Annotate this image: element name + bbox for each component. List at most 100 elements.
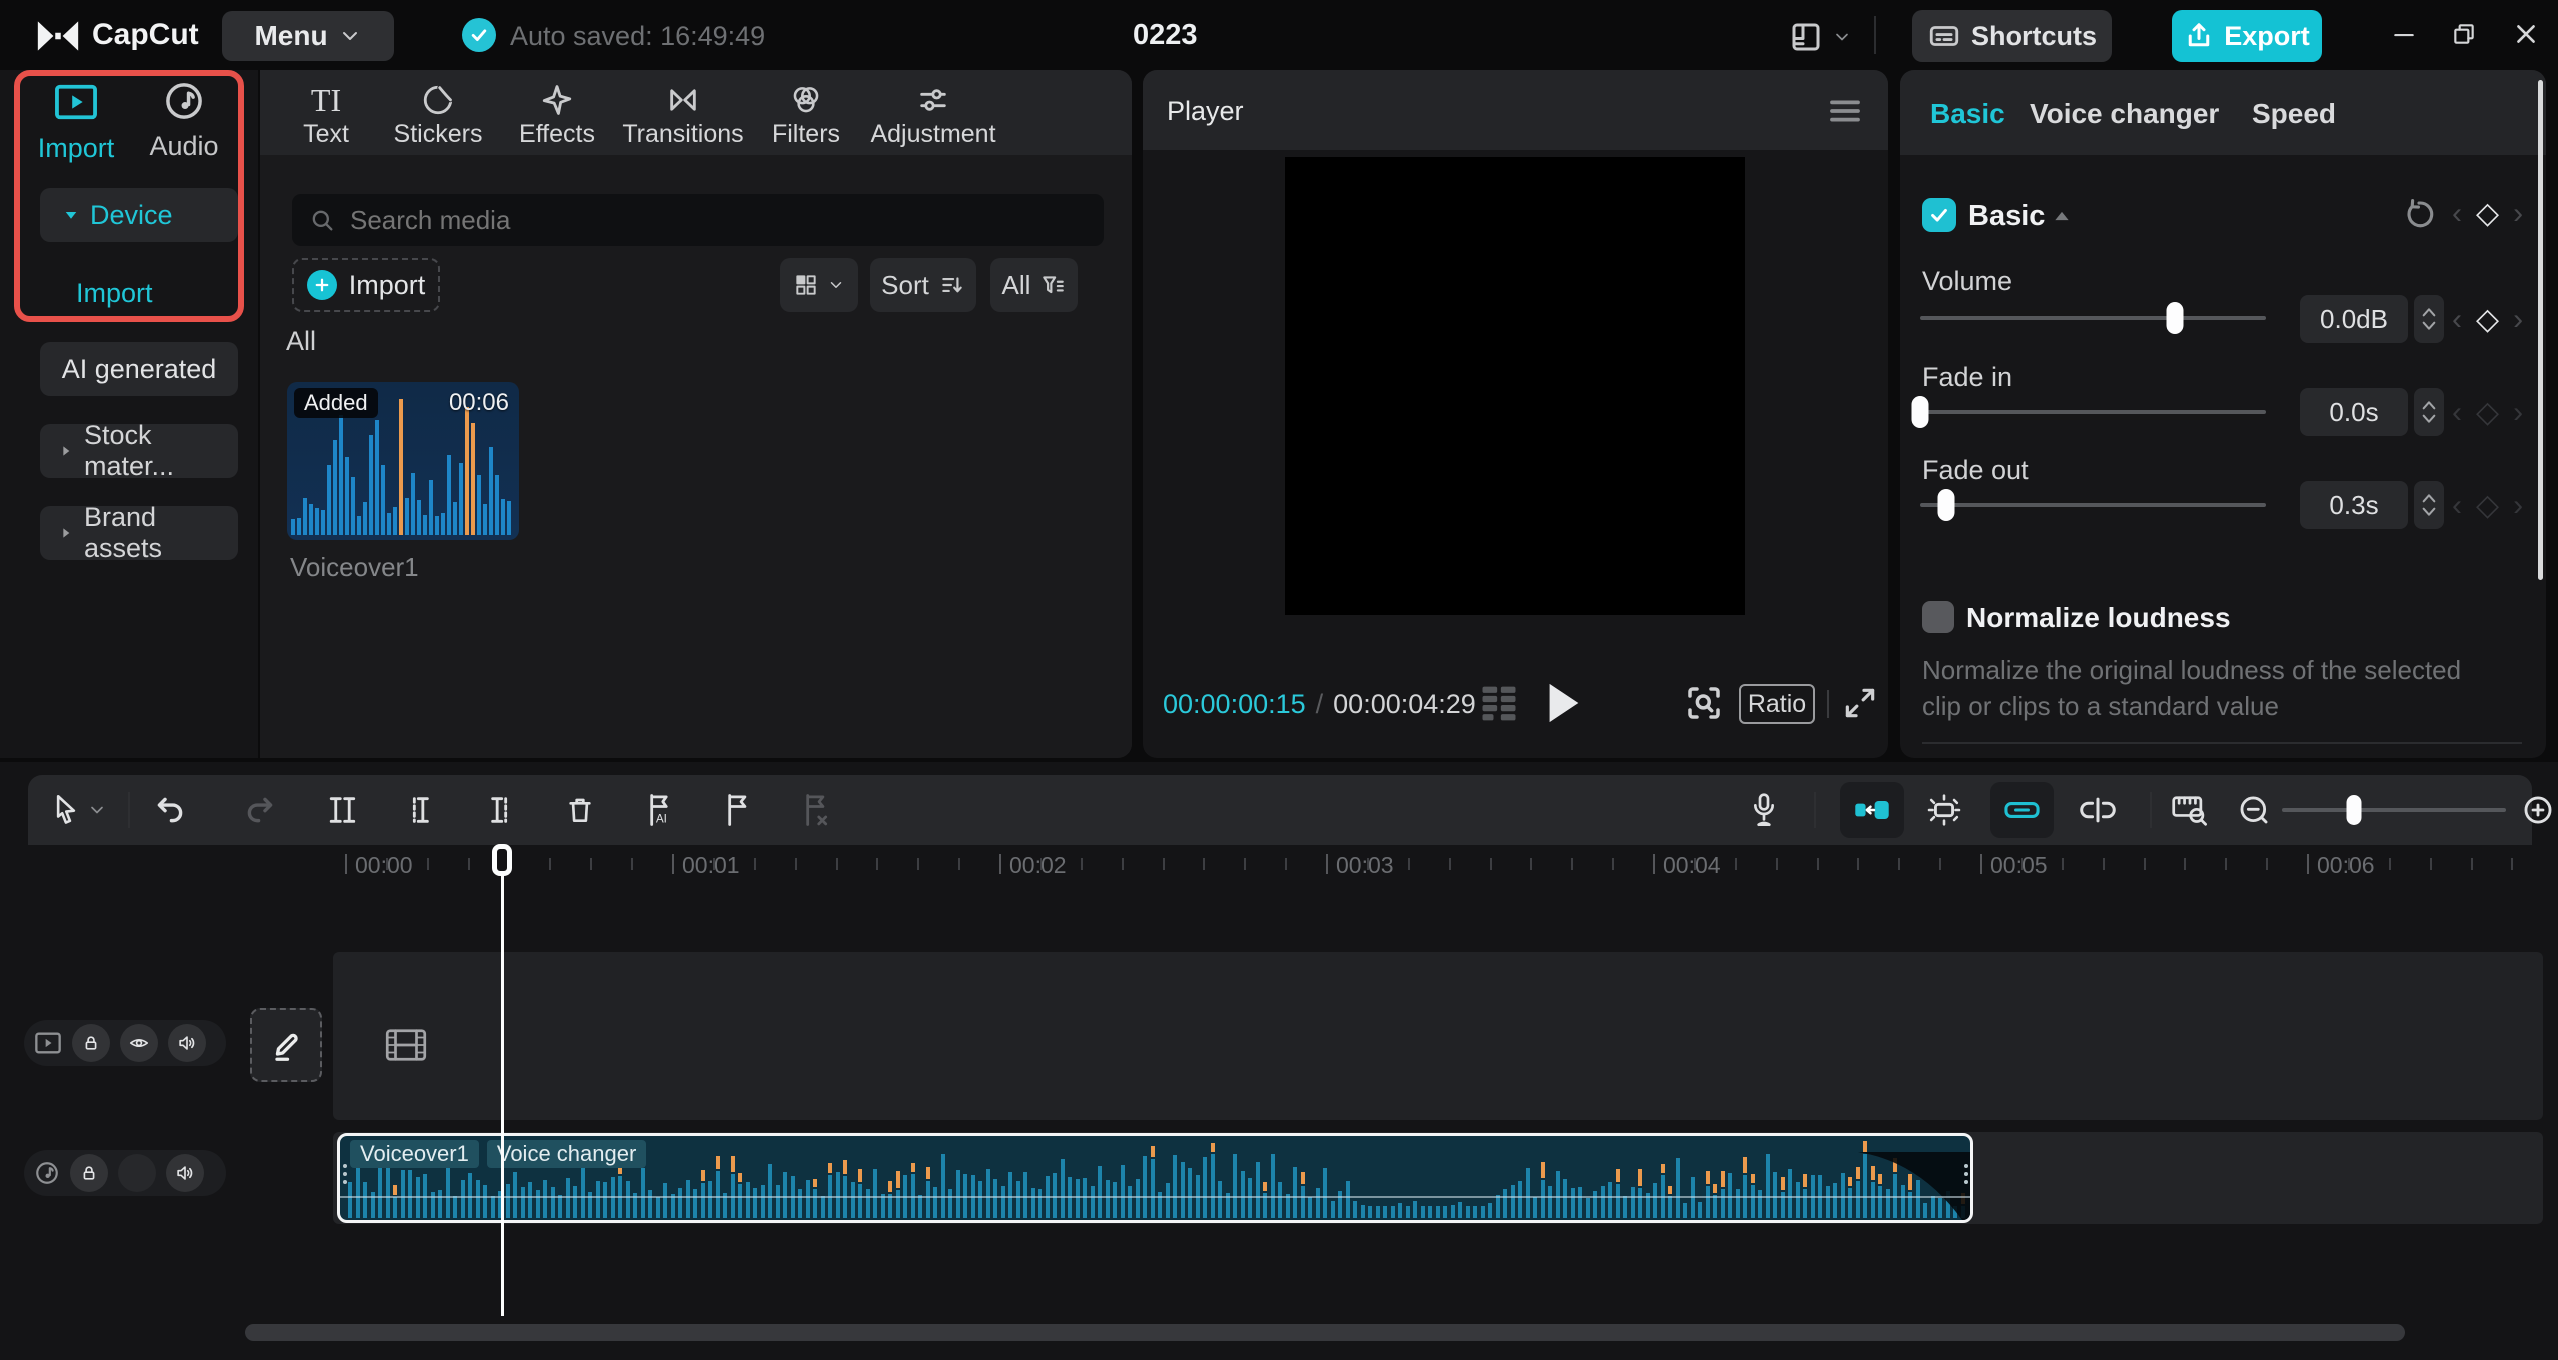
snap-toggle-button[interactable] — [1840, 782, 1904, 838]
fade-out-stepper[interactable] — [2414, 481, 2444, 529]
unlink-button[interactable] — [2078, 790, 2118, 830]
chevron-down-icon — [338, 24, 362, 48]
clip-volume-line[interactable] — [340, 1196, 1970, 1198]
toggle-visibility-button[interactable] — [120, 1024, 158, 1062]
keyframe-prev-icon[interactable]: ‹ — [2452, 197, 2462, 231]
keyframe-controls-volume[interactable]: ‹ ◇ › — [2452, 302, 2523, 337]
thumbnail-waveform-bar — [291, 518, 295, 535]
menu-button[interactable]: Menu — [222, 11, 394, 61]
video-track-lane[interactable] — [333, 952, 2543, 1120]
media-card-voiceover1[interactable]: Added 00:06 — [287, 382, 519, 540]
tab-text[interactable]: TI Text — [278, 80, 374, 155]
reset-button[interactable] — [2402, 198, 2436, 232]
panel-scrollbar[interactable] — [2538, 80, 2543, 580]
ratio-button[interactable]: Ratio — [1739, 684, 1815, 724]
volume-slider-handle[interactable] — [2166, 302, 2184, 334]
volume-value-box[interactable]: 0.0dB — [2300, 295, 2408, 343]
preview-frame-button[interactable] — [1924, 790, 1964, 830]
fade-in-value-box[interactable]: 0.0s — [2300, 388, 2408, 436]
fade-out-slider[interactable] — [1920, 489, 2266, 521]
timeline-zoom-slider[interactable] — [2282, 795, 2506, 825]
timeline-ruler[interactable]: 00:00 00:01 00:02 00:03 00:04 00:05 00:06 — [0, 846, 2558, 882]
link-toggle-button[interactable] — [1990, 782, 2054, 838]
tab-stickers[interactable]: Stickers — [374, 80, 502, 155]
video-canvas[interactable] — [1285, 157, 1745, 615]
mute-track-button[interactable] — [168, 1024, 206, 1062]
lock-track-button[interactable] — [72, 1024, 110, 1062]
select-tool-button[interactable] — [46, 790, 86, 830]
fade-in-slider-handle[interactable] — [1911, 396, 1929, 428]
keyframe-prev-icon[interactable]: ‹ — [2452, 303, 2462, 337]
player-menu-button[interactable] — [1827, 98, 1863, 124]
clip-right-handle[interactable] — [1963, 1164, 1968, 1192]
collapse-caret-icon[interactable] — [2052, 208, 2072, 224]
zoom-in-button[interactable] — [2518, 790, 2558, 830]
frame-view-button[interactable] — [1477, 684, 1521, 726]
snapshot-button[interactable] — [1683, 682, 1725, 724]
search-bar[interactable] — [292, 194, 1104, 246]
normalize-checkbox[interactable] — [1922, 601, 1954, 633]
trim-right-button[interactable] — [480, 790, 520, 830]
fade-in-stepper[interactable] — [2414, 388, 2444, 436]
keyframe-diamond-icon[interactable]: ◇ — [2476, 196, 2499, 231]
sidebar-tab-import[interactable]: Import — [34, 82, 118, 164]
marker-button[interactable] — [718, 790, 758, 830]
view-mode-button[interactable] — [780, 258, 858, 312]
playhead-head[interactable] — [492, 844, 512, 876]
undo-button[interactable] — [150, 790, 190, 830]
project-title: 0223 — [1133, 19, 1198, 51]
lock-track-button[interactable] — [70, 1154, 108, 1192]
export-button[interactable]: Export — [2172, 10, 2322, 62]
device-button[interactable]: Device — [40, 188, 238, 242]
tab-basic[interactable]: Basic — [1930, 98, 2005, 130]
audio-clip-voiceover1[interactable]: Voiceover1 Voice changer — [337, 1133, 1973, 1223]
zoom-slider-handle[interactable] — [2346, 795, 2362, 825]
layout-switch-button[interactable] — [1788, 19, 1852, 55]
trim-left-button[interactable] — [400, 790, 440, 830]
playhead[interactable] — [492, 844, 514, 1316]
window-minimize-button[interactable] — [2384, 14, 2424, 54]
keyframe-diamond-icon[interactable]: ◇ — [2476, 302, 2499, 337]
window-close-button[interactable] — [2506, 14, 2546, 54]
shortcuts-button[interactable]: Shortcuts — [1912, 10, 2112, 62]
timeline-scrollbar[interactable] — [245, 1324, 2405, 1341]
device-import-item[interactable]: Import — [76, 278, 153, 309]
fade-out-value-box[interactable]: 0.3s — [2300, 481, 2408, 529]
keyframe-next-icon[interactable]: › — [2513, 303, 2523, 337]
record-voiceover-button[interactable] — [1744, 790, 1784, 830]
volume-stepper[interactable] — [2414, 295, 2444, 343]
clip-left-handle[interactable] — [342, 1164, 347, 1192]
tab-speed[interactable]: Speed — [2252, 98, 2336, 130]
volume-slider[interactable] — [1920, 302, 2266, 334]
zoom-out-button[interactable] — [2234, 790, 2274, 830]
filter-button[interactable]: All — [990, 258, 1078, 312]
keyframe-next-icon[interactable]: › — [2513, 197, 2523, 231]
keyframe-controls-basic[interactable]: ‹ ◇ › — [2452, 196, 2523, 231]
timeline-view-button[interactable] — [2170, 790, 2210, 830]
tab-adjustment[interactable]: Adjustment — [858, 80, 1008, 155]
tab-filters[interactable]: Filters — [754, 80, 858, 155]
tab-voice-changer[interactable]: Voice changer — [2030, 98, 2219, 130]
brand-assets-button[interactable]: Brand assets — [40, 502, 238, 563]
split-button[interactable] — [320, 790, 360, 830]
select-tool-chevron[interactable] — [84, 790, 110, 830]
waveform-bar — [1443, 1206, 1447, 1218]
fade-in-slider[interactable] — [1911, 396, 2266, 428]
play-button[interactable] — [1543, 680, 1583, 726]
window-restore-button[interactable] — [2444, 14, 2484, 54]
tab-transitions[interactable]: Transitions — [612, 80, 754, 155]
import-media-button[interactable]: Import — [292, 258, 440, 312]
draft-edit-button[interactable] — [250, 1008, 322, 1082]
search-input[interactable] — [348, 203, 1088, 237]
basic-enable-checkbox[interactable] — [1922, 198, 1956, 232]
fade-out-slider-handle[interactable] — [1937, 489, 1955, 521]
ai-generated-button[interactable]: AI generated — [40, 342, 238, 396]
tab-effects[interactable]: Effects — [502, 80, 612, 155]
marker-ai-button[interactable]: AI — [640, 790, 680, 830]
sidebar-tab-audio[interactable]: Audio — [142, 80, 226, 162]
sort-button[interactable]: Sort — [870, 258, 976, 312]
delete-button[interactable] — [560, 790, 600, 830]
fullscreen-button[interactable] — [1841, 684, 1879, 722]
stock-materials-button[interactable]: Stock mater... — [40, 420, 238, 481]
mute-track-button[interactable] — [166, 1154, 204, 1192]
